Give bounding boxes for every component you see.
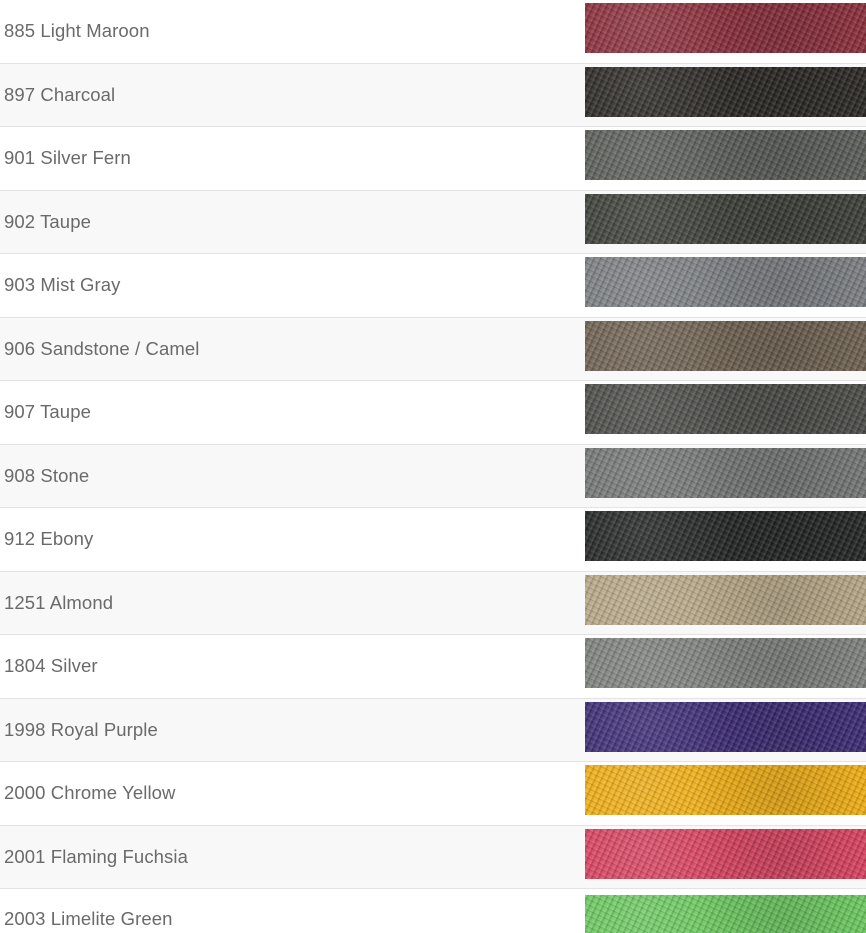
swatch-texture (585, 574, 866, 625)
color-row: 912 Ebony (0, 508, 866, 572)
swatch-texture (585, 765, 866, 815)
color-label: 902 Taupe (4, 210, 91, 232)
color-row: 1804 Silver (0, 635, 866, 699)
color-swatch (585, 828, 866, 879)
color-label: 1804 Silver (4, 655, 98, 677)
swatch-texture (585, 895, 866, 933)
swatch-texture (585, 193, 866, 244)
swatch-texture (585, 828, 866, 879)
color-swatch (585, 130, 866, 180)
color-label: 903 Mist Gray (4, 274, 121, 296)
color-swatch (585, 384, 866, 434)
color-label: 2003 Limelite Green (4, 908, 173, 929)
color-label: 908 Stone (4, 464, 90, 486)
color-swatch (585, 574, 866, 625)
color-label: 2001 Flaming Fuchsia (4, 845, 189, 867)
color-label: 897 Charcoal (4, 83, 116, 105)
swatch-texture (585, 638, 866, 688)
color-label: 912 Ebony (4, 528, 94, 550)
color-swatch-list: 885 Light Maroon 897 Charcoal 901 Silver F… (0, 0, 866, 933)
color-swatch (585, 320, 866, 371)
swatch-texture (585, 3, 866, 53)
color-row: 901 Silver Fern (0, 127, 866, 191)
swatch-texture (585, 511, 866, 561)
color-row: 902 Taupe (0, 190, 866, 254)
swatch-texture (585, 66, 866, 117)
swatch-texture (585, 257, 866, 307)
color-label: 907 Taupe (4, 401, 91, 423)
color-label: 1251 Almond (4, 591, 114, 613)
color-swatch (585, 447, 866, 498)
swatch-texture (585, 320, 866, 371)
color-label: 906 Sandstone / Camel (4, 337, 200, 359)
color-row: 1251 Almond (0, 571, 866, 635)
color-row: 907 Taupe (0, 381, 866, 445)
color-row: 903 Mist Gray (0, 254, 866, 318)
swatch-texture (585, 447, 866, 498)
color-swatch (585, 66, 866, 117)
color-row: 897 Charcoal (0, 63, 866, 127)
swatch-texture (585, 701, 866, 752)
color-row: 2000 Chrome Yellow (0, 762, 866, 826)
color-swatch (585, 257, 866, 307)
color-row: 2003 Limelite Green (0, 889, 866, 933)
color-label: 2000 Chrome Yellow (4, 782, 176, 804)
color-row: 1998 Royal Purple (0, 698, 866, 762)
color-row: 2001 Flaming Fuchsia (0, 825, 866, 889)
color-label: 1998 Royal Purple (4, 718, 158, 740)
color-swatch (585, 895, 866, 933)
swatch-texture (585, 130, 866, 180)
color-swatch (585, 3, 866, 53)
color-row: 906 Sandstone / Camel (0, 317, 866, 381)
color-label: 901 Silver Fern (4, 147, 131, 169)
color-row: 908 Stone (0, 444, 866, 508)
color-row: 885 Light Maroon (0, 0, 866, 64)
color-swatch (585, 701, 866, 752)
swatch-texture (585, 384, 866, 434)
color-label: 885 Light Maroon (4, 20, 150, 42)
color-swatch (585, 765, 866, 815)
color-swatch (585, 638, 866, 688)
color-swatch (585, 193, 866, 244)
color-swatch (585, 511, 866, 561)
